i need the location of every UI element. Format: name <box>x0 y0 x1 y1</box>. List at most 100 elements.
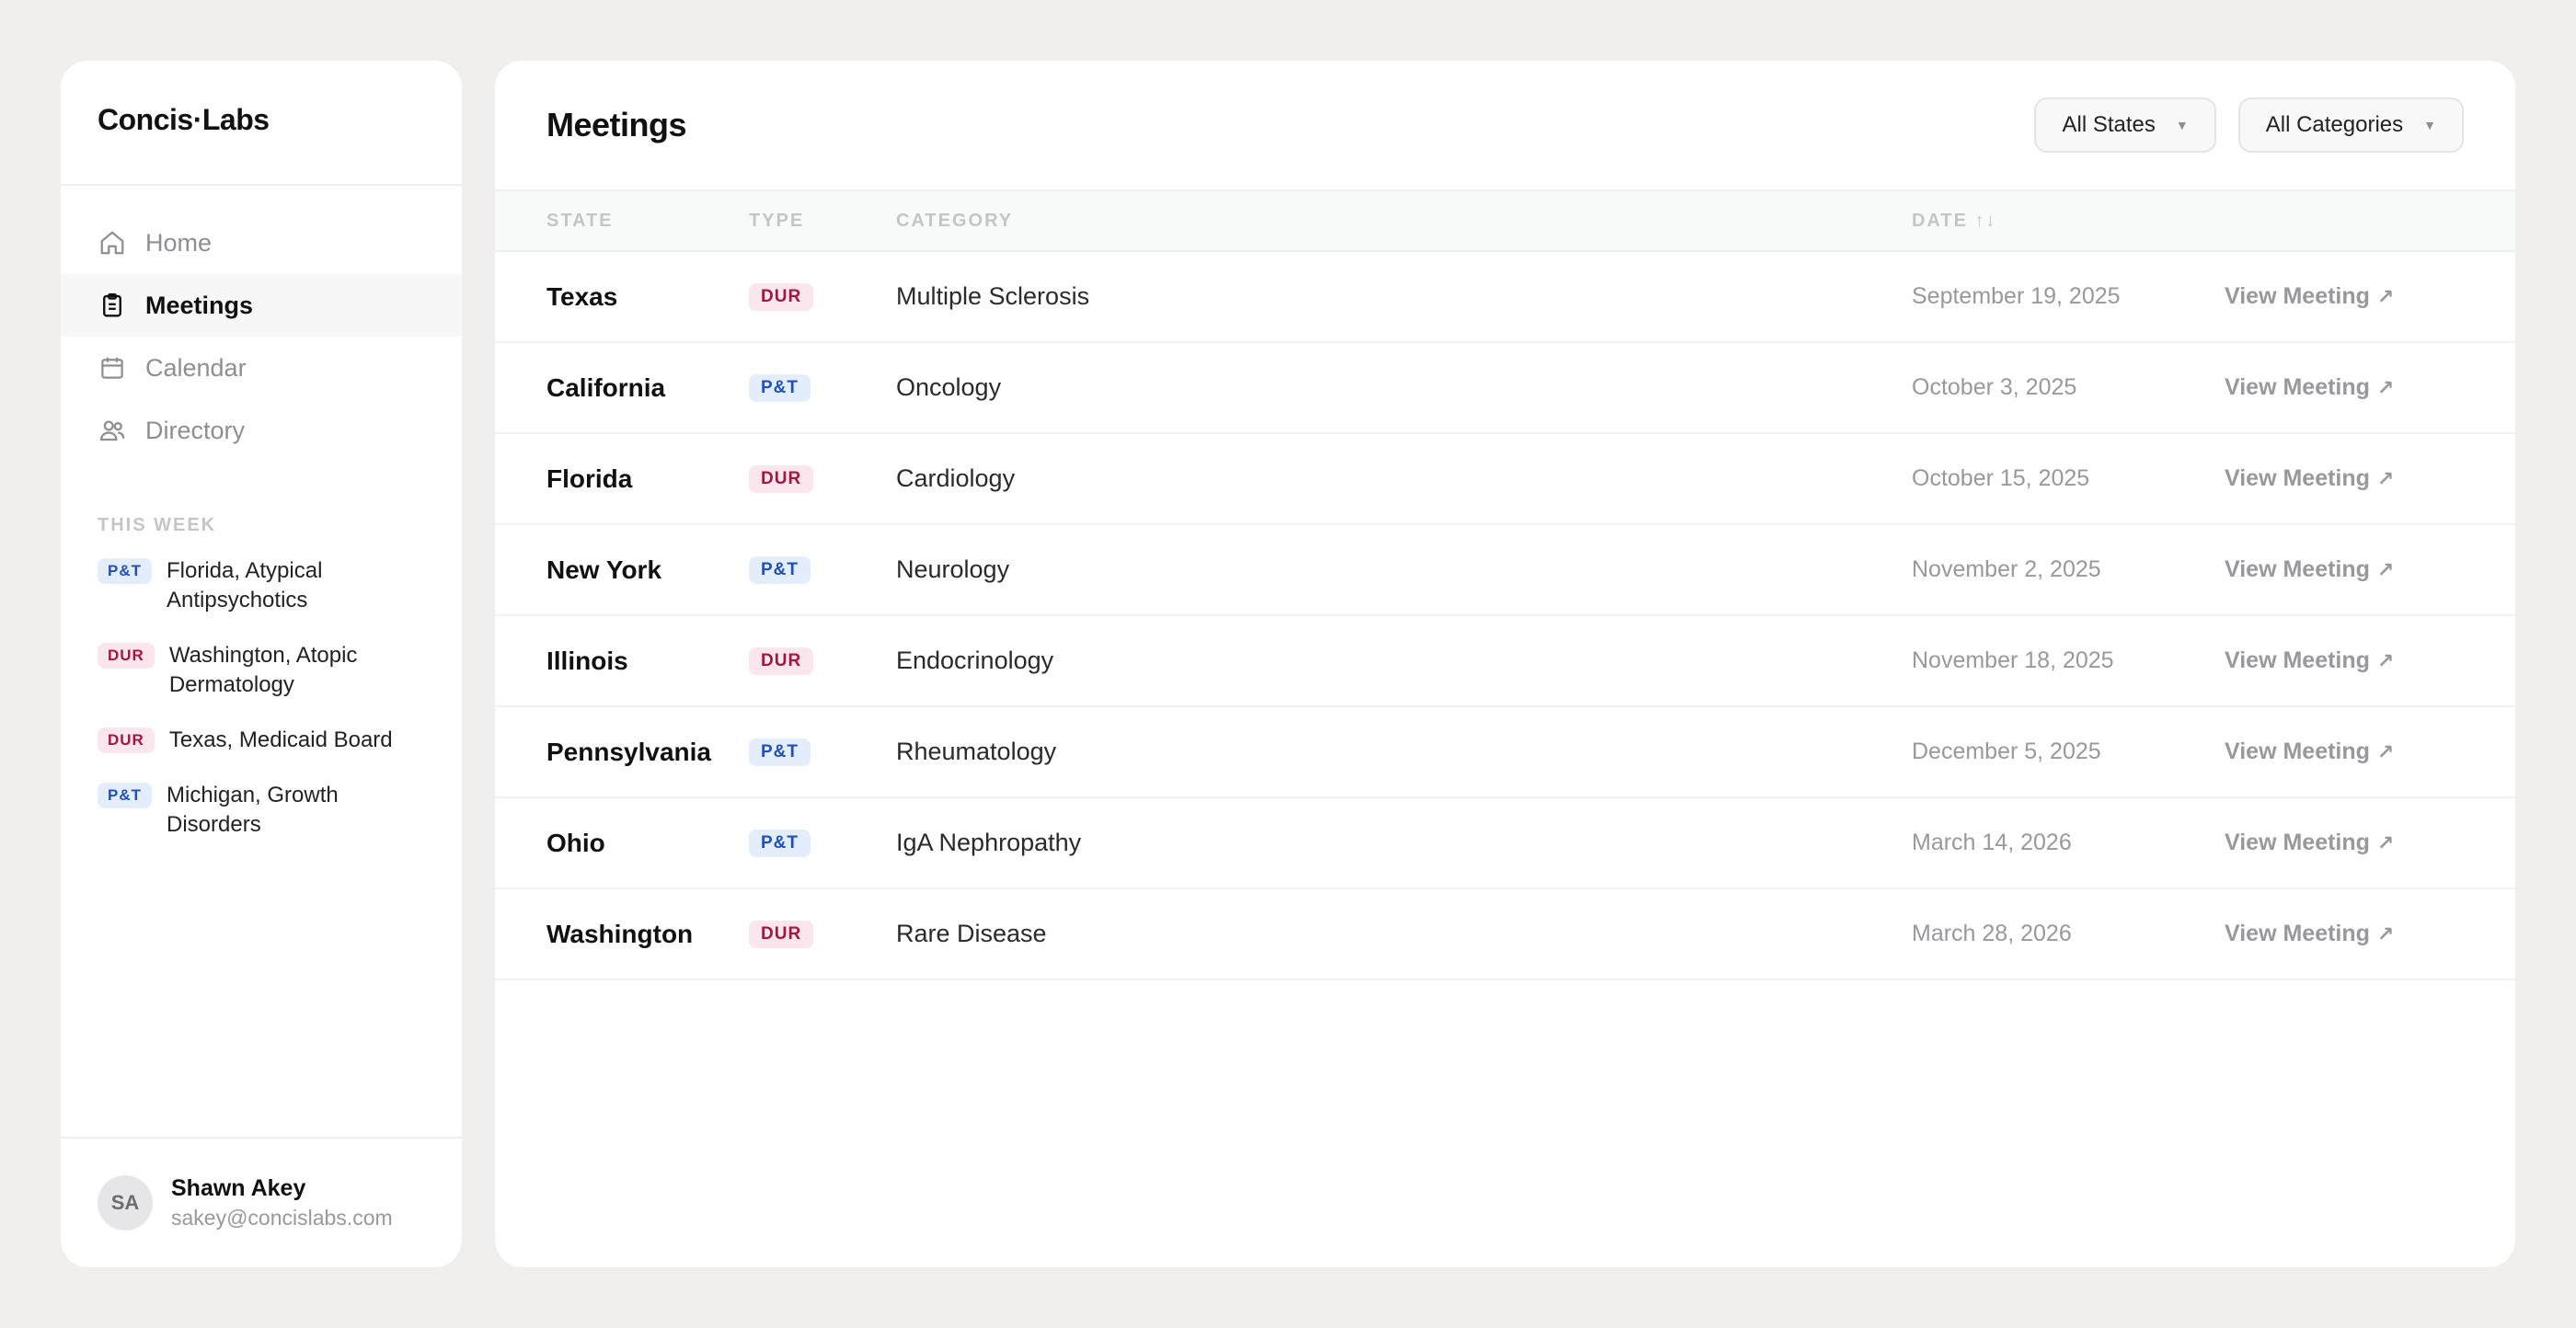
category-cell: Neurology <box>896 555 1010 583</box>
category-cell: IgA Nephropathy <box>896 829 1082 856</box>
sidebar-item-label: Home <box>145 228 213 257</box>
view-meeting-label: View Meeting <box>2225 283 2370 309</box>
user-profile[interactable]: SA Shawn Akey sakey@concislabs.com <box>61 1137 462 1267</box>
categories-filter-select[interactable]: All Categories ▼ <box>2237 97 2464 153</box>
table-body: Texas DUR Multiple Sclerosis September 1… <box>495 252 2515 980</box>
table-header: STATE TYPE CATEGORY DATE ↑↓ <box>495 189 2515 252</box>
this-week-heading: THIS WEEK <box>98 515 217 535</box>
date-cell: November 2, 2025 <box>1912 556 2101 582</box>
type-badge: DUR <box>749 282 814 311</box>
type-badge: P&T <box>749 738 811 766</box>
state-cell: Texas <box>546 281 618 311</box>
category-cell: Oncology <box>896 373 1002 401</box>
type-badge: DUR <box>749 464 814 493</box>
view-meeting-link[interactable]: View Meeting ↗ <box>2225 374 2394 401</box>
user-name: Shawn Akey <box>171 1175 306 1201</box>
external-link-icon: ↗ <box>2376 466 2395 490</box>
type-badge: P&T <box>98 558 152 584</box>
column-header-type: TYPE <box>749 210 805 231</box>
this-week-list: P&T Florida, Atypical Antipsychotics DUR… <box>61 556 462 840</box>
view-meeting-link[interactable]: View Meeting ↗ <box>2225 283 2394 310</box>
column-header-date-sort[interactable]: DATE ↑↓ <box>1912 211 1997 232</box>
states-filter-select[interactable]: All States ▼ <box>2034 97 2216 153</box>
caret-down-icon: ▼ <box>2175 118 2189 132</box>
date-cell: December 5, 2025 <box>1912 738 2101 764</box>
this-week-item-text: Texas, Medicaid Board <box>168 727 393 752</box>
sidebar-item-meetings[interactable]: Meetings <box>61 274 462 337</box>
type-badge: P&T <box>749 555 811 584</box>
categories-filter-value: All Categories <box>2265 112 2404 137</box>
view-meeting-link[interactable]: View Meeting ↗ <box>2225 556 2394 583</box>
type-badge: P&T <box>749 829 811 857</box>
state-cell: New York <box>546 555 662 584</box>
state-cell: Illinois <box>546 646 628 675</box>
view-meeting-link[interactable]: View Meeting ↗ <box>2225 647 2394 674</box>
this-week-item[interactable]: P&T Florida, Atypical Antipsychotics <box>98 556 434 615</box>
date-cell: October 15, 2025 <box>1912 465 2090 491</box>
state-cell: Florida <box>546 464 633 493</box>
column-header-state: STATE <box>546 210 614 231</box>
sidebar-item-label: Calendar <box>145 353 247 382</box>
column-header-category: CATEGORY <box>896 210 1014 231</box>
page-title: Meetings <box>546 106 687 143</box>
state-cell: Pennsylvania <box>546 737 711 766</box>
avatar: SA <box>98 1175 153 1231</box>
view-meeting-label: View Meeting <box>2225 556 2370 582</box>
state-cell: Ohio <box>546 828 605 857</box>
this-week-item[interactable]: P&T Michigan, Growth Disorders <box>98 781 434 840</box>
view-meeting-link[interactable]: View Meeting ↗ <box>2225 738 2394 765</box>
sidebar-item-directory[interactable]: Directory <box>61 399 462 462</box>
main-panel: Meetings All States ▼ All Categories ▼ S… <box>495 61 2515 1267</box>
this-week-item-text: Florida, Atypical Antipsychotics <box>167 558 323 612</box>
table-row: Texas DUR Multiple Sclerosis September 1… <box>495 252 2515 343</box>
clipboard-icon <box>98 291 127 320</box>
view-meeting-link[interactable]: View Meeting ↗ <box>2225 921 2394 947</box>
category-cell: Rare Disease <box>896 920 1047 947</box>
view-meeting-link[interactable]: View Meeting ↗ <box>2225 465 2394 492</box>
table-row: Ohio P&T IgA Nephropathy March 14, 2026 … <box>495 798 2515 889</box>
sidebar: Concis·Labs Home Meetings Calendar Direc… <box>61 61 462 1267</box>
users-icon <box>98 416 127 445</box>
main-header: Meetings All States ▼ All Categories ▼ <box>495 61 2515 189</box>
date-cell: October 3, 2025 <box>1912 374 2077 400</box>
calendar-icon <box>98 353 127 383</box>
table-row: Washington DUR Rare Disease March 28, 20… <box>495 889 2515 980</box>
this-week-item-text: Michigan, Growth Disorders <box>167 783 339 837</box>
sidebar-nav: Home Meetings Calendar Directory <box>61 186 462 462</box>
user-email: sakey@concislabs.com <box>171 1206 393 1230</box>
type-badge: DUR <box>98 727 155 753</box>
type-badge: DUR <box>98 643 155 669</box>
view-meeting-label: View Meeting <box>2225 374 2370 400</box>
table-row: California P&T Oncology October 3, 2025 … <box>495 343 2515 434</box>
view-meeting-label: View Meeting <box>2225 830 2370 855</box>
external-link-icon: ↗ <box>2376 284 2395 308</box>
sidebar-item-home[interactable]: Home <box>61 212 462 274</box>
table-row: Illinois DUR Endocrinology November 18, … <box>495 616 2515 707</box>
table-row: New York P&T Neurology November 2, 2025 … <box>495 525 2515 616</box>
external-link-icon: ↗ <box>2376 557 2395 581</box>
sidebar-item-calendar[interactable]: Calendar <box>61 337 462 399</box>
category-cell: Multiple Sclerosis <box>896 282 1090 310</box>
sidebar-item-label: Directory <box>145 416 246 444</box>
view-meeting-label: View Meeting <box>2225 465 2370 491</box>
date-cell: March 14, 2026 <box>1912 830 2072 855</box>
this-week-item[interactable]: DUR Texas, Medicaid Board <box>98 726 434 755</box>
brand-logo[interactable]: Concis·Labs <box>61 61 462 186</box>
states-filter-value: All States <box>2062 112 2156 137</box>
external-link-icon: ↗ <box>2376 830 2395 854</box>
home-icon <box>98 228 127 258</box>
category-cell: Cardiology <box>896 464 1016 492</box>
view-meeting-link[interactable]: View Meeting ↗ <box>2225 830 2394 856</box>
view-meeting-label: View Meeting <box>2225 647 2370 673</box>
external-link-icon: ↗ <box>2376 739 2395 763</box>
type-badge: P&T <box>98 783 152 808</box>
type-badge: DUR <box>749 920 814 948</box>
sidebar-item-label: Meetings <box>145 291 254 319</box>
this-week-item[interactable]: DUR Washington, Atopic Dermatology <box>98 641 434 700</box>
filters: All States ▼ All Categories ▼ <box>2034 97 2464 153</box>
date-cell: March 28, 2026 <box>1912 921 2072 946</box>
caret-down-icon: ▼ <box>2423 118 2436 132</box>
state-cell: Washington <box>546 919 694 948</box>
type-badge: P&T <box>749 373 811 402</box>
external-link-icon: ↗ <box>2376 648 2395 672</box>
